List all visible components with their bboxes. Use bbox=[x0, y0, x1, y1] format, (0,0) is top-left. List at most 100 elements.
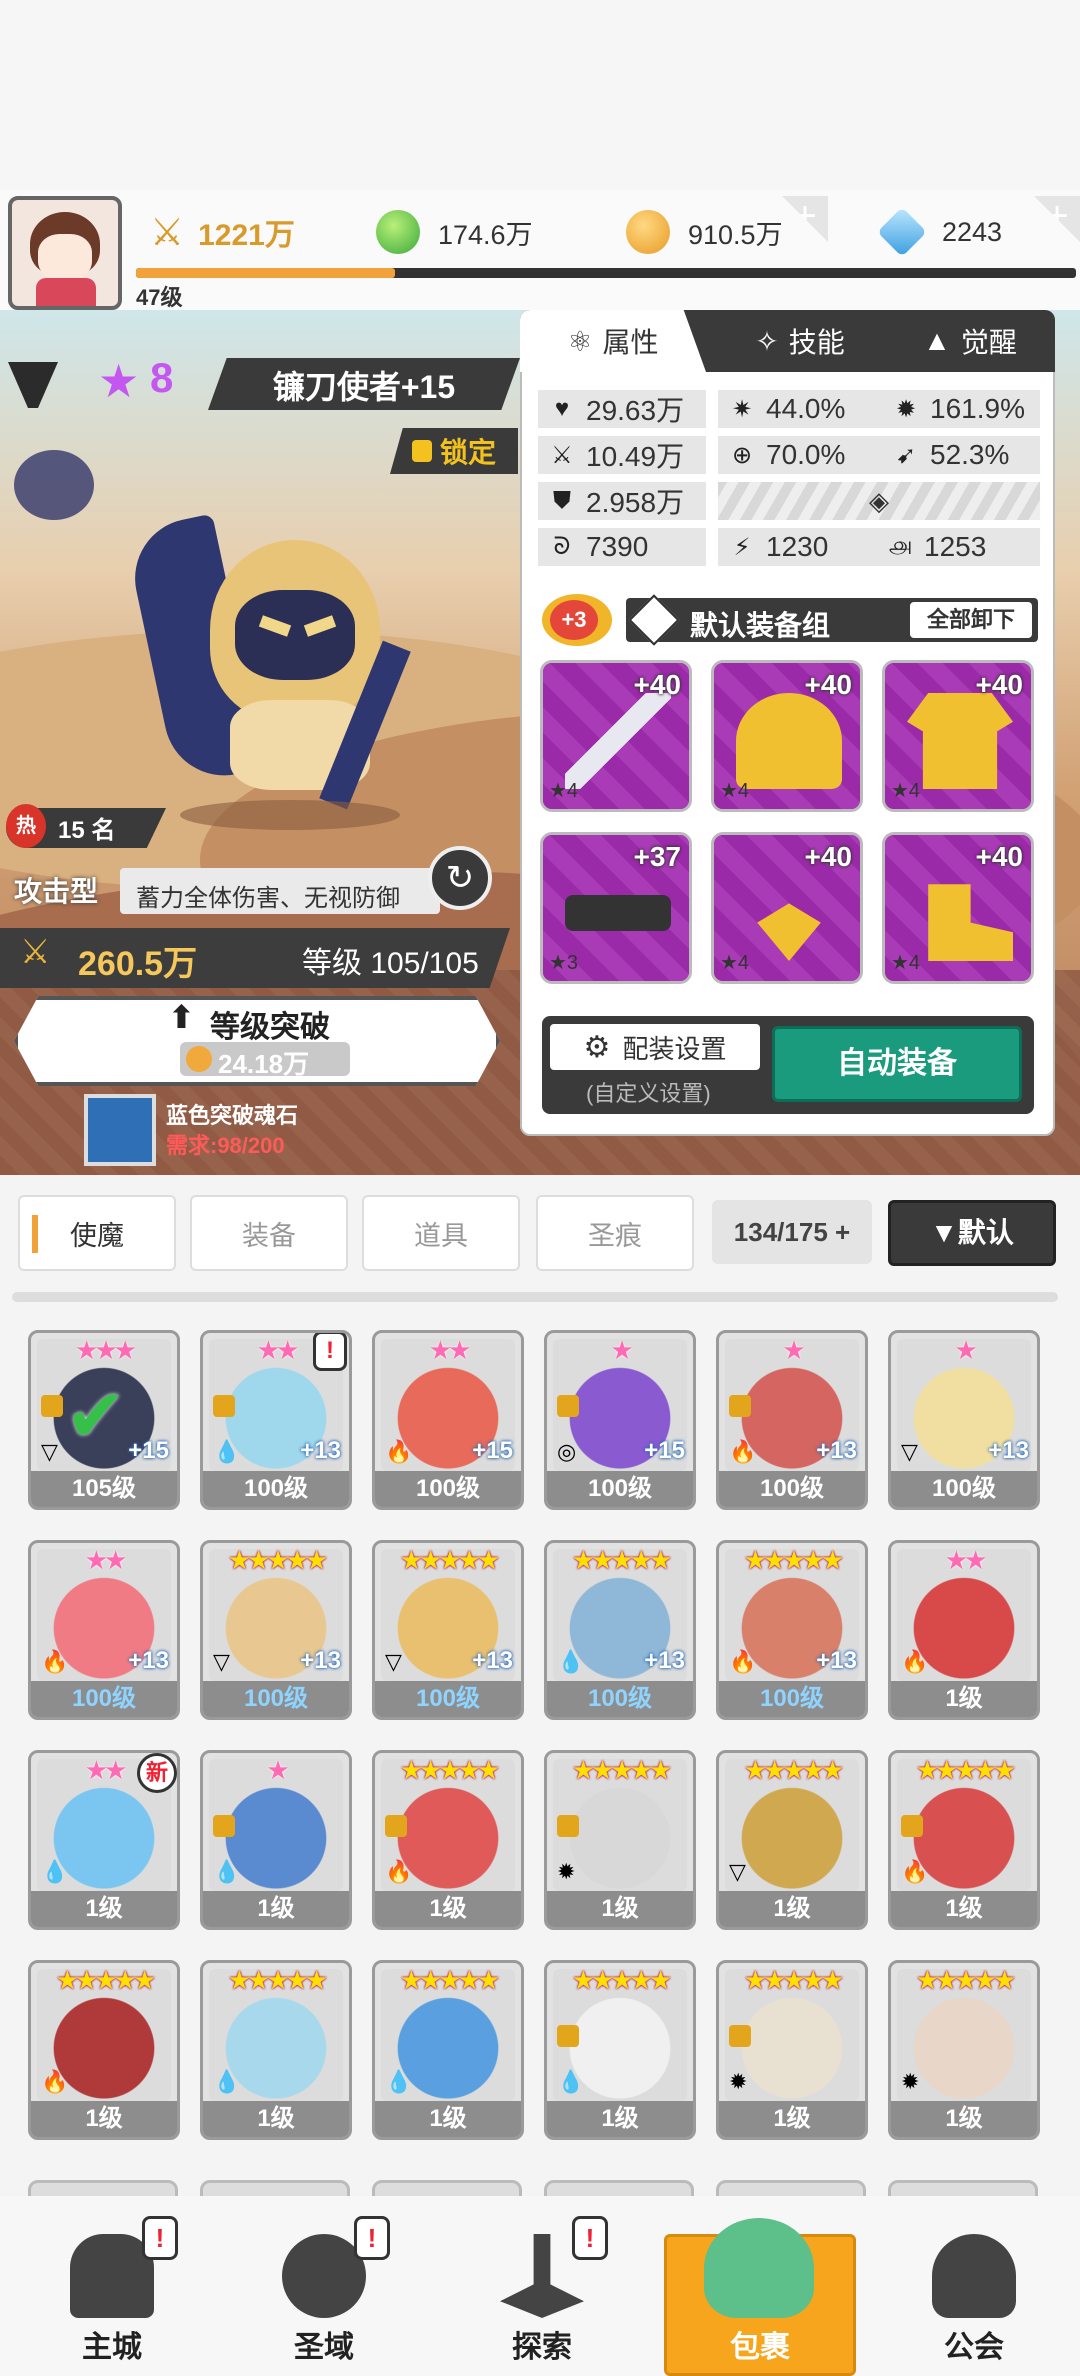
familiar-level: 105级 bbox=[31, 1471, 177, 1507]
familiar-card[interactable]: ★★★★★ 🔥 1级 bbox=[888, 1750, 1040, 1930]
star-rating: ★★★★★ bbox=[743, 1545, 845, 1575]
diamond-value: 2243 bbox=[942, 216, 1003, 247]
tab-stigmata[interactable]: 圣痕 bbox=[536, 1195, 694, 1271]
familiar-card[interactable]: ★★ 💧 +13! 100级 bbox=[200, 1330, 352, 1510]
element-icon: ✹ bbox=[729, 2069, 748, 2094]
unequip-all-button[interactable]: 全部卸下 bbox=[910, 602, 1032, 638]
crit-icon: ✷ bbox=[731, 395, 753, 423]
notice-badge-icon: ! bbox=[142, 2216, 178, 2260]
tab-attributes[interactable]: ⚛ 属性 bbox=[520, 310, 706, 372]
sort-button[interactable]: ▼默认 bbox=[888, 1200, 1056, 1266]
equip-slot-helmet[interactable]: +40 ★4 bbox=[711, 660, 863, 812]
familiar-card[interactable]: ★★★★★ 💧 +13 100级 bbox=[544, 1540, 696, 1720]
element-icon: 🔥 bbox=[41, 2069, 69, 2094]
familiar-level: 100级 bbox=[203, 1471, 349, 1507]
skill-icon: ✧ bbox=[755, 325, 779, 357]
material-item-icon[interactable] bbox=[84, 1094, 156, 1166]
equip-slot-belt[interactable]: +37 ★3 bbox=[540, 832, 692, 984]
nav-guild[interactable]: 公会 bbox=[894, 2214, 1054, 2374]
tab-awaken[interactable]: ▲ 觉醒 bbox=[890, 310, 1050, 372]
familiar-card[interactable]: ★★★★★ ✹ 1级 bbox=[544, 1750, 696, 1930]
equip-slot-boots[interactable]: +40 ★4 bbox=[882, 832, 1034, 984]
enhance-level: +13 bbox=[128, 1647, 169, 1674]
familiar-card[interactable]: ★★★★★ 💧 1级 bbox=[544, 1960, 696, 2140]
swirl-icon: ᘐ bbox=[553, 533, 571, 560]
enhance-level: +13 bbox=[816, 1647, 857, 1674]
familiar-card[interactable]: ★★★ ▽ +15 ✔ 105级 bbox=[28, 1330, 180, 1510]
equip-slot-weapon[interactable]: +40 ★4 bbox=[540, 660, 692, 812]
player-avatar[interactable] bbox=[8, 196, 122, 310]
tab-familiars[interactable]: 使魔 bbox=[18, 1195, 176, 1271]
selected-check-icon: ✔ bbox=[65, 1374, 128, 1457]
speed-icon: ➹ bbox=[895, 441, 917, 469]
star-rating: ★ bbox=[610, 1335, 633, 1365]
familiar-level: 1级 bbox=[375, 2101, 521, 2137]
material-need: 需求:98/200 bbox=[166, 1133, 285, 1158]
familiar-card[interactable]: ★★ 🔥 +13 100级 bbox=[28, 1540, 180, 1720]
locked-skin-icon[interactable] bbox=[14, 450, 94, 520]
enhance-level: +13 bbox=[300, 1437, 341, 1464]
lock-icon bbox=[213, 1815, 235, 1837]
enhance-level: +13 bbox=[472, 1647, 513, 1674]
hero-level: 等级 105/105 bbox=[302, 947, 479, 980]
star-rating: ★★★★★ bbox=[743, 1755, 845, 1785]
familiar-level: 100级 bbox=[375, 1681, 521, 1717]
familiar-card[interactable]: ★★★★★ ▽ +13 100级 bbox=[372, 1540, 524, 1720]
hero-description: 蓄力全体伤害、无视防御 bbox=[136, 885, 400, 912]
familiar-card[interactable]: ★★ 💧 新 1级 bbox=[28, 1750, 180, 1930]
warning-icon: ◈ bbox=[869, 486, 889, 516]
element-icon: 💧 bbox=[557, 1649, 585, 1674]
config-button[interactable]: ⚙ 配装设置 bbox=[550, 1024, 760, 1070]
familiar-level: 100级 bbox=[547, 1471, 693, 1507]
familiar-card[interactable]: ★★★★★ 🔥 1级 bbox=[372, 1750, 524, 1930]
stat-s1: ᘐ 7390 bbox=[538, 528, 706, 566]
capacity-display[interactable]: 134/175 + bbox=[712, 1200, 872, 1264]
tab-equipment[interactable]: 装备 bbox=[190, 1195, 348, 1271]
familiar-level: 1级 bbox=[375, 1891, 521, 1927]
familiar-card[interactable]: ★★★★★ ✹ 1级 bbox=[888, 1960, 1040, 2140]
tab-awaken-label: 觉醒 bbox=[960, 327, 1017, 358]
familiar-card[interactable]: ★ ◎ +15 100级 bbox=[544, 1330, 696, 1510]
familiar-card[interactable]: ★★★★★ 🔥 1级 bbox=[28, 1960, 180, 2140]
bag-icon bbox=[704, 2218, 814, 2318]
familiar-card[interactable]: ★★★★★ 🔥 +13 100级 bbox=[716, 1540, 868, 1720]
element-icon: ◎ bbox=[557, 1439, 577, 1464]
coin-icon bbox=[186, 1046, 212, 1072]
tab-skills[interactable]: ✧ 技能 bbox=[720, 310, 880, 372]
equip-slot-armor[interactable]: +40 ★4 bbox=[882, 660, 1034, 812]
nav-main-city[interactable]: ! 主城 bbox=[32, 2214, 192, 2374]
familiar-card[interactable]: ★★★★★ ✹ 1级 bbox=[716, 1960, 868, 2140]
star-rating: ★★★ bbox=[75, 1335, 137, 1365]
familiar-card[interactable]: ★★★★★ ▽ +13 100级 bbox=[200, 1540, 352, 1720]
familiar-card[interactable]: ★★★★★ 💧 1级 bbox=[200, 1960, 352, 2140]
enhance-level: +13 bbox=[644, 1647, 685, 1674]
tab-items[interactable]: 道具 bbox=[362, 1195, 520, 1271]
familiar-level: 1级 bbox=[719, 2101, 865, 2137]
attribute-icon: ⚛ bbox=[567, 325, 593, 357]
element-icon: ▽ bbox=[41, 1439, 58, 1464]
star-rating: ★★★★★ bbox=[227, 1965, 329, 1995]
equip-slot-necklace[interactable]: +40 ★4 bbox=[711, 832, 863, 984]
nav-bag[interactable]: 包裹 bbox=[680, 2214, 840, 2374]
lock-icon bbox=[411, 440, 432, 462]
swap-skin-button[interactable]: ↻ bbox=[428, 846, 492, 910]
nav-explore[interactable]: ! 探索 bbox=[462, 2214, 622, 2374]
familiar-level: 1级 bbox=[547, 1891, 693, 1927]
lock-button[interactable]: 锁定 bbox=[390, 428, 518, 474]
nav-sanctuary[interactable]: ! 圣域 bbox=[244, 2214, 404, 2374]
familiar-card[interactable]: ★ 🔥 +13 100级 bbox=[716, 1330, 868, 1510]
lock-icon bbox=[729, 1395, 751, 1417]
familiar-card[interactable]: ★★ 🔥 +15 100级 bbox=[372, 1330, 524, 1510]
stat-defense: ⛊ 2.958万 bbox=[538, 482, 706, 520]
element-icon: 🔥 bbox=[901, 1649, 929, 1674]
diamond-display: 2243 bbox=[877, 200, 1003, 264]
star-rating: ★★★★★ bbox=[227, 1545, 329, 1575]
familiar-card[interactable]: ★ ▽ +13 100级 bbox=[888, 1330, 1040, 1510]
familiar-card[interactable]: ★★★★★ ▽ 1级 bbox=[716, 1750, 868, 1930]
heart-icon: ♥ bbox=[554, 395, 570, 422]
familiar-card[interactable]: ★ 💧 1级 bbox=[200, 1750, 352, 1930]
familiar-card[interactable]: ★★★★★ 💧 1级 bbox=[372, 1960, 524, 2140]
familiar-card[interactable]: ★★ 🔥 1级 bbox=[888, 1540, 1040, 1720]
auto-equip-button[interactable]: 自动装备 bbox=[772, 1026, 1022, 1102]
star-count: 8 bbox=[150, 354, 174, 401]
